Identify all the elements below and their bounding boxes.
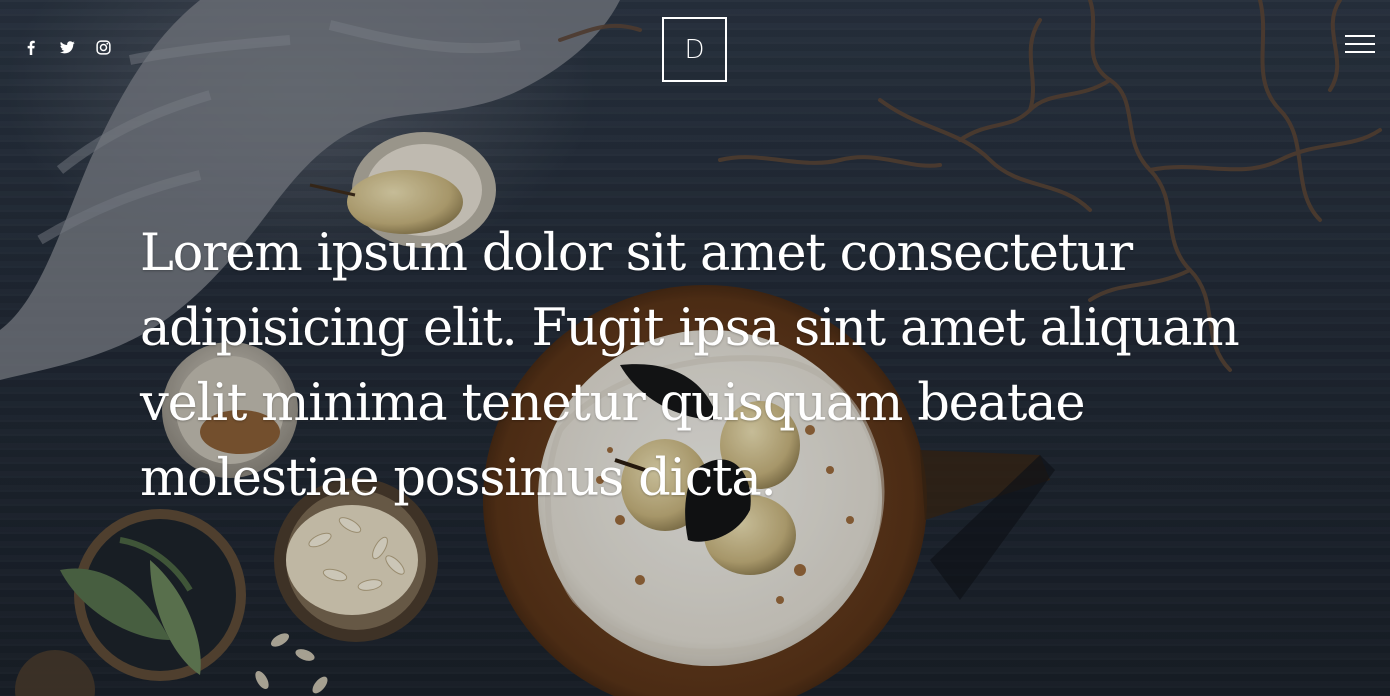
facebook-link[interactable]: [20, 36, 42, 58]
twitter-link[interactable]: [56, 36, 78, 58]
instagram-icon: [95, 39, 111, 55]
hero-section: D Lorem ipsum dolor sit amet consectetur…: [0, 0, 1390, 696]
instagram-link[interactable]: [92, 36, 114, 58]
site-logo[interactable]: D: [662, 17, 727, 82]
hero-headline: Lorem ipsum dolor sit amet consectetur a…: [140, 224, 1240, 508]
twitter-icon: [59, 40, 75, 53]
social-links: [20, 36, 114, 58]
logo-letter: D: [684, 34, 705, 65]
hamburger-menu-icon: [1345, 35, 1375, 37]
hamburger-menu-button[interactable]: [1343, 33, 1377, 55]
facebook-icon: [27, 40, 35, 55]
